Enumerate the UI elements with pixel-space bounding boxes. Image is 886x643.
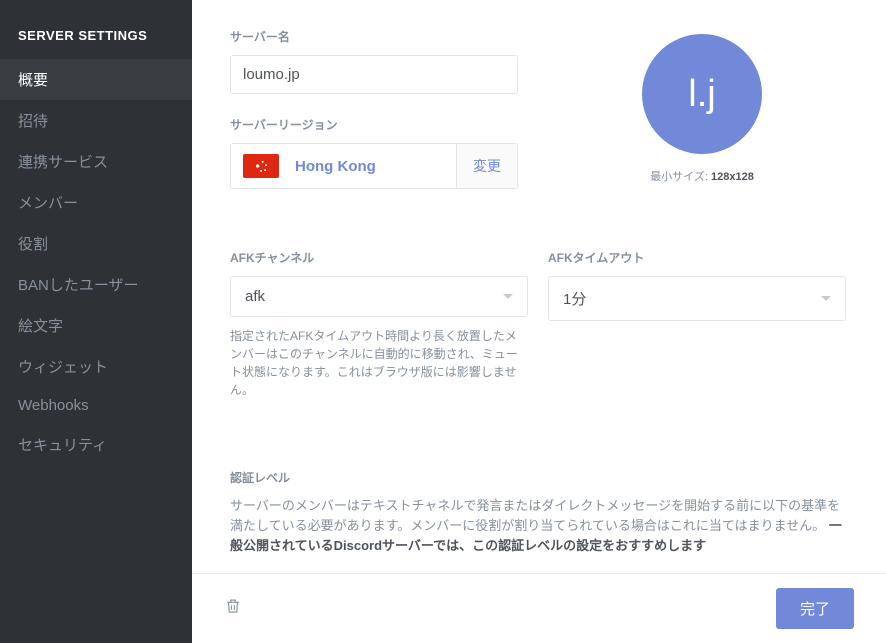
sidebar-item-invites[interactable]: 招待 [0,100,192,141]
verification-description: サーバーのメンバーはテキストチャネルで発言またはダイレクトメッセージを開始する前… [230,496,846,556]
sidebar-item-integrations[interactable]: 連携サービス [0,141,192,182]
sidebar-item-bans[interactable]: BANしたユーザー [0,264,192,305]
sidebar-item-emoji[interactable]: 絵文字 [0,305,192,346]
sidebar-item-overview[interactable]: 概要 [0,59,192,100]
region-display: Hong Kong [231,144,456,188]
region-label: サーバーリージョン [230,116,518,133]
chevron-down-icon [503,294,513,299]
region-name: Hong Kong [295,158,376,175]
afk-timeout-select[interactable]: 1分 [548,276,846,321]
sidebar-item-webhooks[interactable]: Webhooks [0,387,192,424]
min-size-text: 最小サイズ: 128x128 [650,168,754,184]
footer-bar: 完了 [192,573,886,643]
content-area: サーバー名 サーバーリージョン Hong Kong 変更 l.j [192,0,886,573]
sidebar-item-security[interactable]: セキュリティ [0,424,192,465]
server-name-input[interactable] [230,55,518,94]
sidebar-item-widget[interactable]: ウィジェット [0,346,192,387]
sidebar-item-roles[interactable]: 役割 [0,223,192,264]
afk-channel-value: afk [245,288,265,305]
flag-icon [243,154,279,178]
verification-label: 認証レベル [230,469,846,486]
avatar-initials: l.j [688,73,715,116]
main-panel: サーバー名 サーバーリージョン Hong Kong 変更 l.j [192,0,886,643]
chevron-down-icon [821,296,831,301]
trash-icon [224,597,242,615]
server-avatar[interactable]: l.j [642,34,762,154]
afk-channel-select[interactable]: afk [230,276,528,317]
delete-button[interactable] [224,597,242,620]
server-name-label: サーバー名 [230,28,518,45]
afk-timeout-value: 1分 [563,288,586,309]
sidebar-header: SERVER SETTINGS [0,20,192,59]
done-button[interactable]: 完了 [776,588,854,629]
sidebar: SERVER SETTINGS 概要 招待 連携サービス メンバー 役割 BAN… [0,0,192,643]
region-change-button[interactable]: 変更 [456,144,517,188]
afk-channel-label: AFKチャンネル [230,249,528,266]
afk-help-text: 指定されたAFKタイムアウト時間より長く放置したメンバーはこのチャンネルに自動的… [230,327,528,399]
afk-timeout-label: AFKタイムアウト [548,249,846,266]
region-selector: Hong Kong 変更 [230,143,518,189]
sidebar-item-members[interactable]: メンバー [0,182,192,223]
